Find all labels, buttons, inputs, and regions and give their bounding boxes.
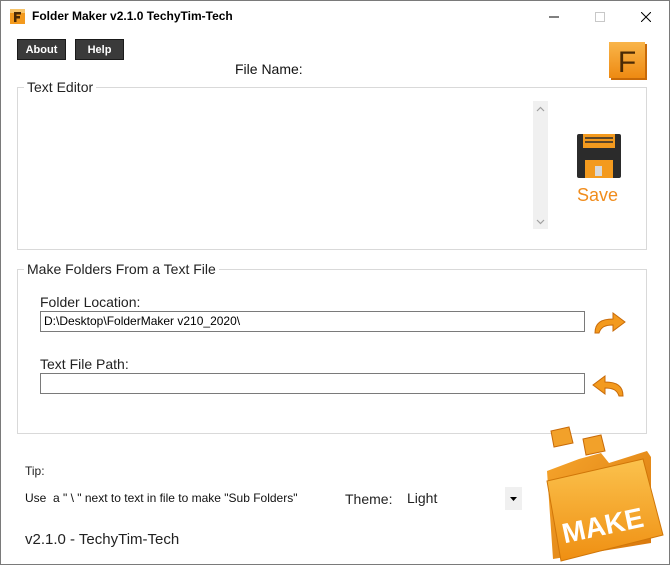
folder-maker-logo: F xyxy=(609,42,647,80)
title-bar[interactable]: Folder Maker v2.1.0 TechyTim-Tech xyxy=(1,1,669,32)
tip-label: Tip: xyxy=(25,464,45,478)
theme-dropdown-button[interactable] xyxy=(505,487,522,510)
make-folders-group-title: Make Folders From a Text File xyxy=(24,261,219,277)
logo-letter: F xyxy=(618,46,636,79)
maximize-button[interactable] xyxy=(577,1,623,32)
help-button[interactable]: Help xyxy=(75,39,124,60)
app-icon xyxy=(10,9,25,24)
text-file-path-input[interactable] xyxy=(40,373,585,394)
theme-label: Theme: xyxy=(345,491,393,507)
about-button[interactable]: About xyxy=(17,39,66,60)
app-window: Folder Maker v2.1.0 TechyTim-Tech About … xyxy=(0,0,670,565)
folder-location-label: Folder Location: xyxy=(40,294,141,310)
text-editor-group-title: Text Editor xyxy=(24,79,97,95)
file-name-label: File Name: xyxy=(235,61,303,77)
close-icon xyxy=(641,11,651,22)
save-icon[interactable] xyxy=(575,132,623,180)
scroll-up-button[interactable] xyxy=(533,101,548,116)
chevron-down-icon xyxy=(536,219,545,224)
folder-location-input[interactable]: D:\Desktop\FolderMaker v210_2020\ xyxy=(40,311,585,332)
close-button[interactable] xyxy=(623,1,669,32)
scroll-down-button[interactable] xyxy=(533,214,548,229)
text-editor-group: Text Editor xyxy=(17,79,647,250)
chevron-up-icon xyxy=(536,106,545,111)
window-title: Folder Maker v2.1.0 TechyTim-Tech xyxy=(32,9,233,23)
theme-select[interactable]: Light xyxy=(400,487,522,510)
tip-text: Use a " \ " next to text in file to make… xyxy=(25,491,298,505)
minimize-icon xyxy=(549,16,559,17)
minimize-button[interactable] xyxy=(531,1,577,32)
save-button-label[interactable]: Save xyxy=(577,185,618,206)
client-area: About Help File Name: F Text Editor Save… xyxy=(1,32,669,564)
dropdown-arrow-icon xyxy=(510,496,517,501)
browse-file-arrow-icon[interactable] xyxy=(591,372,627,400)
theme-select-value: Light xyxy=(407,490,438,506)
maximize-icon xyxy=(595,11,605,22)
make-folder-icon[interactable]: MAKE xyxy=(539,423,669,563)
text-file-path-label: Text File Path: xyxy=(40,356,129,372)
version-label: v2.1.0 - TechyTim-Tech xyxy=(25,531,180,548)
editor-scrollbar[interactable] xyxy=(533,101,548,229)
browse-folder-arrow-icon[interactable] xyxy=(591,309,627,337)
